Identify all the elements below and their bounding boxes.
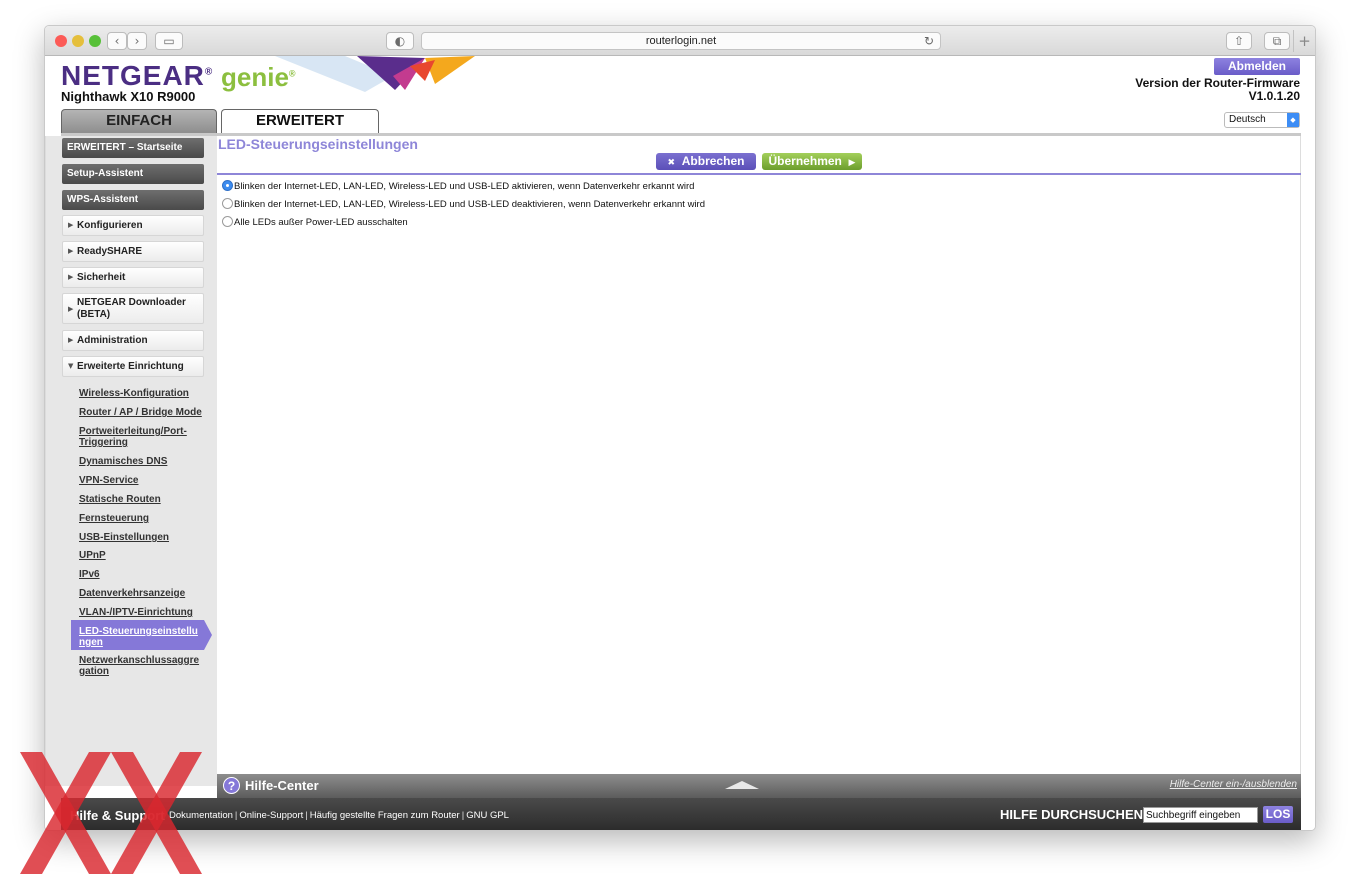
caret-right-icon: ▶ <box>68 247 74 255</box>
search-button[interactable]: LOS <box>1263 806 1293 823</box>
caret-right-icon: ▶ <box>68 221 74 229</box>
led-option-all-off[interactable]: Alle LEDs außer Power-LED ausschalten <box>222 216 408 232</box>
sidebar-item-setup-wizard[interactable]: Setup-Assistent <box>62 164 204 184</box>
cancel-button[interactable]: ✖ Abbrechen <box>656 153 756 170</box>
caret-right-icon: ▶ <box>68 305 74 313</box>
help-icon: ? <box>223 777 240 794</box>
expand-arrow-icon[interactable] <box>725 781 759 789</box>
select-arrows-icon: ◆ <box>1287 113 1299 127</box>
page-title: LED-Steuerungseinstellungen <box>218 136 418 152</box>
sub-item-ipv6[interactable]: IPv6 <box>79 569 203 580</box>
support-title: Hilfe & Support <box>70 808 165 823</box>
chevron-right-icon: › <box>134 34 140 48</box>
zoom-window-button[interactable] <box>89 35 101 47</box>
sidebar-toggle-button[interactable]: ▭ <box>155 32 183 50</box>
logout-button[interactable]: Abmelden <box>1213 58 1300 75</box>
sidebar-item-wps-wizard[interactable]: WPS-Assistent <box>62 190 204 210</box>
sub-item-port-forwarding[interactable]: Portweiterleitung/Port-Triggering <box>79 426 203 448</box>
sub-item-led-control[interactable]: LED-Steuerungseinstellungen <box>79 626 203 648</box>
tabs-icon: ⧉ <box>1272 34 1282 48</box>
sub-item-usb-settings[interactable]: USB-Einstellungen <box>79 532 203 543</box>
reload-icon[interactable]: ↻ <box>924 33 934 49</box>
sidebar-section-advanced-setup[interactable]: ▼ Erweiterte Einrichtung <box>62 356 204 377</box>
address-bar[interactable]: routerlogin.net ↻ <box>421 32 941 50</box>
url-text: routerlogin.net <box>645 35 717 47</box>
sidebar-icon: ▭ <box>163 34 175 48</box>
apply-button[interactable]: Übernehmen ▶ <box>762 153 862 170</box>
active-pointer <box>204 620 212 650</box>
link-online-support[interactable]: Online-Support <box>239 810 303 821</box>
sidebar-section-configure[interactable]: ▶ Konfigurieren <box>62 215 204 236</box>
sub-item-traffic-meter[interactable]: Datenverkehrsanzeige <box>79 588 203 599</box>
search-input[interactable] <box>1143 807 1258 823</box>
toggle-icon: ◐ <box>394 34 406 48</box>
arrow-right-icon: ▶ <box>848 158 856 168</box>
caret-right-icon: ▶ <box>68 273 74 281</box>
sub-item-dynamic-dns[interactable]: Dynamisches DNS <box>79 456 203 467</box>
sidebar-item-advanced-home[interactable]: ERWEITERT – Startseite <box>62 138 204 158</box>
share-button[interactable]: ⇧ <box>1226 32 1252 50</box>
radio-selected[interactable] <box>222 180 233 191</box>
chevron-left-icon: ‹ <box>114 34 120 48</box>
minimize-window-button[interactable] <box>72 35 84 47</box>
share-icon: ⇧ <box>1233 34 1245 48</box>
title-divider <box>217 173 1301 175</box>
language-value: Deutsch <box>1229 114 1266 125</box>
sidebar-section-security[interactable]: ▶ Sicherheit <box>62 267 204 288</box>
footer-links: Dokumentation | Online-Support | Häufig gest… <box>169 810 509 821</box>
sub-item-upnp[interactable]: UPnP <box>79 550 203 561</box>
caret-down-icon: ▼ <box>68 362 74 370</box>
sidebar-section-downloader[interactable]: ▶ NETGEAR Downloader (BETA) <box>62 293 204 324</box>
router-model: Nighthawk X10 R9000 <box>61 89 196 104</box>
link-gnu-gpl[interactable]: GNU GPL <box>466 810 509 821</box>
close-window-button[interactable] <box>55 35 67 47</box>
language-select[interactable]: Deutsch ◆ <box>1224 112 1300 128</box>
sidebar-section-readyshare[interactable]: ▶ ReadySHARE <box>62 241 204 262</box>
radio-unselected[interactable] <box>222 216 233 227</box>
help-center-bar: ? Hilfe-Center Hilfe-Center ein-/ausblen… <box>217 774 1301 798</box>
sub-item-wireless-config[interactable]: Wireless-Konfiguration <box>79 388 203 399</box>
help-center-toggle-link[interactable]: Hilfe-Center ein-/ausblenden <box>1170 779 1297 790</box>
caret-right-icon: ▶ <box>68 336 74 344</box>
tabs-overview-button[interactable]: ⧉ <box>1264 32 1290 50</box>
led-option-enable-blink[interactable]: Blinken der Internet-LED, LAN-LED, Wirel… <box>222 180 694 196</box>
netgear-logo: NETGEAR® <box>61 60 214 91</box>
tab-erweitert[interactable]: ERWEITERT <box>221 109 379 133</box>
tab-einfach[interactable]: EINFACH <box>61 109 217 133</box>
browser-window: ‹ › ▭ ◐ routerlogin.net ↻ ⇧ ⧉ + NETGEAR®… <box>44 25 1316 831</box>
help-center-title: Hilfe-Center <box>245 778 319 793</box>
new-tab-button[interactable]: + <box>1293 30 1315 52</box>
sub-item-static-routes[interactable]: Statische Routen <box>79 494 203 505</box>
router-page: NETGEAR® genie® Nighthawk X10 R9000 Abme… <box>45 56 1315 830</box>
radio-unselected[interactable] <box>222 198 233 209</box>
logo-decoration <box>275 56 475 92</box>
back-button[interactable]: ‹ <box>107 32 127 50</box>
link-faq[interactable]: Häufig gestellte Fragen zum Router <box>310 810 460 821</box>
sub-item-vpn-service[interactable]: VPN-Service <box>79 475 203 486</box>
close-icon: ✖ <box>667 158 676 168</box>
sub-item-vlan-iptv[interactable]: VLAN-/IPTV-Einrichtung <box>79 607 203 618</box>
search-label: HILFE DURCHSUCHEN <box>1000 807 1143 822</box>
link-documentation[interactable]: Dokumentation <box>169 810 233 821</box>
forward-button[interactable]: › <box>127 32 147 50</box>
support-footer: Hilfe & Support Dokumentation | Online-Sup… <box>61 798 1301 830</box>
sub-item-router-ap-bridge[interactable]: Router / AP / Bridge Mode <box>79 407 203 418</box>
sidebar-section-administration[interactable]: ▶ Administration <box>62 330 204 351</box>
sidebar: ERWEITERT – Startseite Setup-Assistent W… <box>45 136 217 786</box>
reader-toggle-button[interactable]: ◐ <box>386 32 414 50</box>
firmware-label: Version der Router-Firmware <box>1135 76 1300 90</box>
firmware-version: V1.0.1.20 <box>1248 89 1300 103</box>
sub-item-link-aggregation[interactable]: Netzwerkanschlussaggregation <box>79 655 203 677</box>
led-option-disable-blink[interactable]: Blinken der Internet-LED, LAN-LED, Wirel… <box>222 198 705 214</box>
sub-item-remote-control[interactable]: Fernsteuerung <box>79 513 203 524</box>
main-content: LED-Steuerungseinstellungen ✖ Abbrechen … <box>217 136 1301 774</box>
browser-titlebar: ‹ › ▭ ◐ routerlogin.net ↻ ⇧ ⧉ + <box>45 26 1315 56</box>
